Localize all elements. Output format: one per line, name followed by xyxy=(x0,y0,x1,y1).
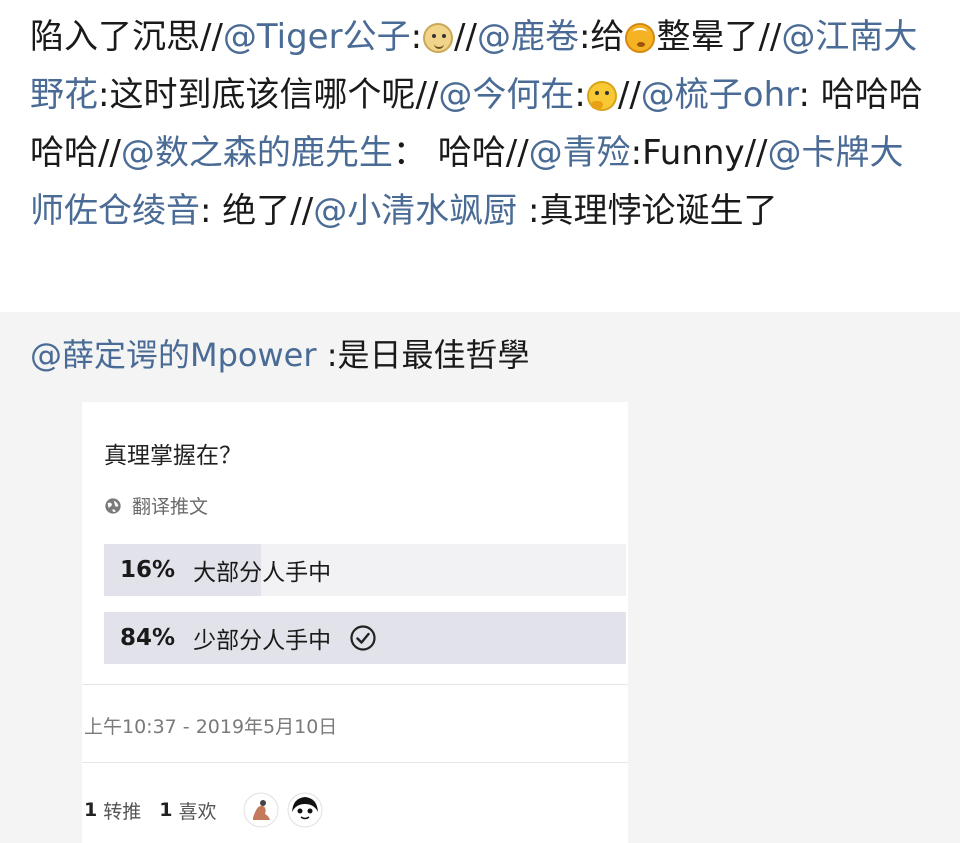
user-mention[interactable]: @数之森的鹿先生 xyxy=(121,133,393,173)
repost-separator: // xyxy=(505,133,529,173)
user-mention[interactable]: @梳子ohr xyxy=(641,75,799,115)
divider xyxy=(82,762,628,763)
repost-comment: 整晕了 xyxy=(656,17,759,57)
repost-separator: // xyxy=(200,17,223,57)
retweets-label[interactable]: 转推 xyxy=(103,797,141,824)
user-mention[interactable]: @小清水飒厨 xyxy=(313,191,517,231)
repost-text: 陷入了沉思//@Tiger公子://@鹿卷:给 整晕了//@江南大野花:这时到底该… xyxy=(30,8,932,240)
repost-comment: ： 哈哈 xyxy=(392,133,506,173)
repost-comment: : 绝了 xyxy=(200,191,291,231)
repost-comment: : xyxy=(574,75,586,115)
repost-separator: // xyxy=(415,75,439,115)
user-mention[interactable]: @青殓 xyxy=(529,133,631,173)
user-mention[interactable]: @鹿卷 xyxy=(477,17,579,57)
repost-separator: // xyxy=(290,191,314,231)
poll-option-label: 少部分人手中 xyxy=(193,628,332,654)
repost-separator: // xyxy=(454,17,477,57)
likes-count: 1 xyxy=(159,799,173,821)
original-post-text: :是日最佳哲學 xyxy=(316,336,530,374)
original-author-mention[interactable]: @薛定谔的Mpower xyxy=(30,336,317,374)
translate-tweet-link[interactable]: 翻译推文 xyxy=(104,492,208,519)
tweet-stats: 1 转推 1 喜欢 xyxy=(84,792,323,828)
poll-question: 真理掌握在？ xyxy=(104,443,242,469)
poll-option-minority: 84% 少部分人手中 xyxy=(104,612,626,664)
avatar[interactable] xyxy=(242,792,279,828)
repost-separator: // xyxy=(744,133,768,173)
doge-emoji-icon xyxy=(423,23,454,53)
retweets-count: 1 xyxy=(84,799,98,821)
repost-comment: : xyxy=(410,17,423,57)
user-mention[interactable]: @Tiger公子 xyxy=(223,17,411,57)
repost-separator: // xyxy=(758,17,782,57)
thinking-emoji-icon xyxy=(586,81,617,111)
repost-comment: :Funny xyxy=(630,133,745,173)
tweet-timestamp[interactable]: 上午10:37 - 2019年5月10日 xyxy=(84,712,337,739)
dizzy-face-emoji-icon xyxy=(625,23,656,53)
repost-comment: :这时到底该信哪个呢 xyxy=(98,75,416,115)
repost-chain: 陷入了沉思//@Tiger公子://@鹿卷:给 整晕了//@江南大野花:这时到底该… xyxy=(0,0,960,312)
repost-separator: // xyxy=(617,75,641,115)
globe-icon xyxy=(105,497,121,514)
avatar[interactable] xyxy=(286,792,323,828)
repost-comment: :给 xyxy=(578,17,625,57)
divider xyxy=(82,684,628,685)
repost-comment: 陷入了沉思 xyxy=(30,17,200,57)
poll-option-label: 大部分人手中 xyxy=(193,560,332,586)
likes-label[interactable]: 喜欢 xyxy=(178,797,216,824)
original-post-line: @薛定谔的Mpower :是日最佳哲學 xyxy=(30,330,530,380)
poll-percent: 16% xyxy=(120,557,176,583)
repost-comment: :真理悖论诞生了 xyxy=(517,191,778,231)
poll-option-majority: 16% 大部分人手中 xyxy=(104,544,626,596)
check-circle-icon xyxy=(350,625,376,651)
repost-separator: // xyxy=(98,133,121,173)
user-mention[interactable]: @今何在 xyxy=(438,75,574,115)
poll-percent: 84% xyxy=(120,625,176,651)
translate-label: 翻译推文 xyxy=(132,496,209,518)
tweet-card: 真理掌握在？ 翻译推文 16% 大部分人手中 84% 少部分人手中 上午10:3… xyxy=(82,402,628,843)
